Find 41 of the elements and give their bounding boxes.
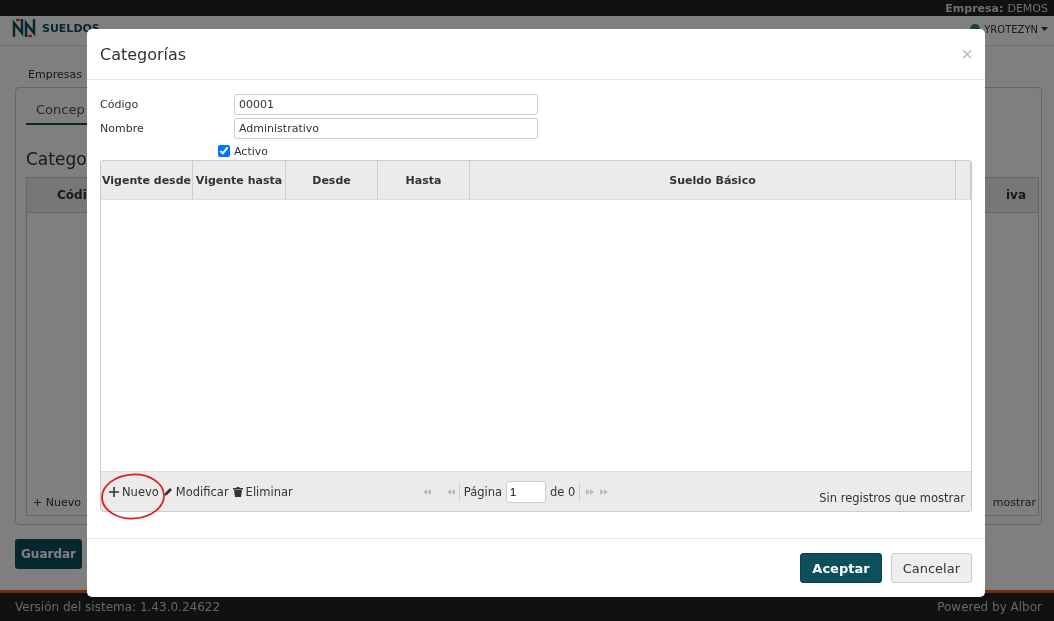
status-text: Sin registros que mostrar bbox=[819, 491, 965, 505]
page-label: Página bbox=[463, 484, 503, 499]
active-checkbox[interactable] bbox=[218, 145, 230, 157]
last-page-icon[interactable] bbox=[600, 488, 609, 495]
dialog-title: Categorías bbox=[100, 44, 187, 64]
pencil-icon bbox=[162, 486, 173, 497]
first-page-icon[interactable] bbox=[422, 488, 431, 495]
company-label: Empresa: bbox=[945, 1, 1004, 15]
column-header[interactable]: Vigente desde bbox=[101, 161, 193, 199]
logo-icon bbox=[12, 17, 36, 39]
edit-button[interactable]: Modificar bbox=[160, 484, 231, 499]
field-label: Código bbox=[100, 98, 140, 111]
input-field[interactable]: Administrativo bbox=[234, 118, 538, 139]
column-header[interactable]: Desde bbox=[286, 161, 378, 199]
field-label: Nombre bbox=[100, 122, 145, 135]
page-input[interactable]: 1 bbox=[506, 480, 547, 503]
status-text: mostrar bbox=[992, 496, 1036, 509]
page-count: de 0 bbox=[550, 484, 576, 499]
next-page-icon[interactable] bbox=[586, 488, 595, 495]
caret-icon bbox=[1041, 27, 1048, 31]
new-link[interactable]: + Nuevo bbox=[33, 496, 81, 509]
company-name: DEMOS bbox=[1007, 1, 1048, 15]
section-heading: Catego bbox=[26, 149, 87, 169]
cancel-button[interactable]: Cancelar bbox=[890, 553, 972, 583]
user-menu[interactable]: YROTEZYN bbox=[984, 23, 1038, 35]
plus-icon bbox=[109, 486, 119, 497]
input-field[interactable]: 00001 bbox=[234, 94, 538, 115]
powered-by-text: Powered by Albor bbox=[937, 600, 1042, 614]
prev-page-icon[interactable] bbox=[446, 488, 455, 495]
column-header[interactable]: Sueldo Básico bbox=[470, 161, 956, 199]
trash-icon bbox=[232, 486, 243, 497]
breadcrumb-link[interactable]: Empresas bbox=[28, 68, 82, 81]
save-button[interactable]: Guardar bbox=[15, 539, 82, 569]
version-text: Versión del sistema: 1.43.0.24622 bbox=[15, 600, 221, 614]
accept-button[interactable]: Aceptar bbox=[800, 553, 882, 583]
column-header: iva bbox=[1005, 188, 1026, 202]
column-header[interactable]: Hasta bbox=[378, 161, 470, 199]
checkbox-label: Activo bbox=[234, 144, 268, 158]
delete-button[interactable]: Eliminar bbox=[230, 484, 295, 499]
column-header[interactable]: Vigente hasta bbox=[193, 161, 286, 199]
column-header: Códi bbox=[57, 188, 87, 202]
